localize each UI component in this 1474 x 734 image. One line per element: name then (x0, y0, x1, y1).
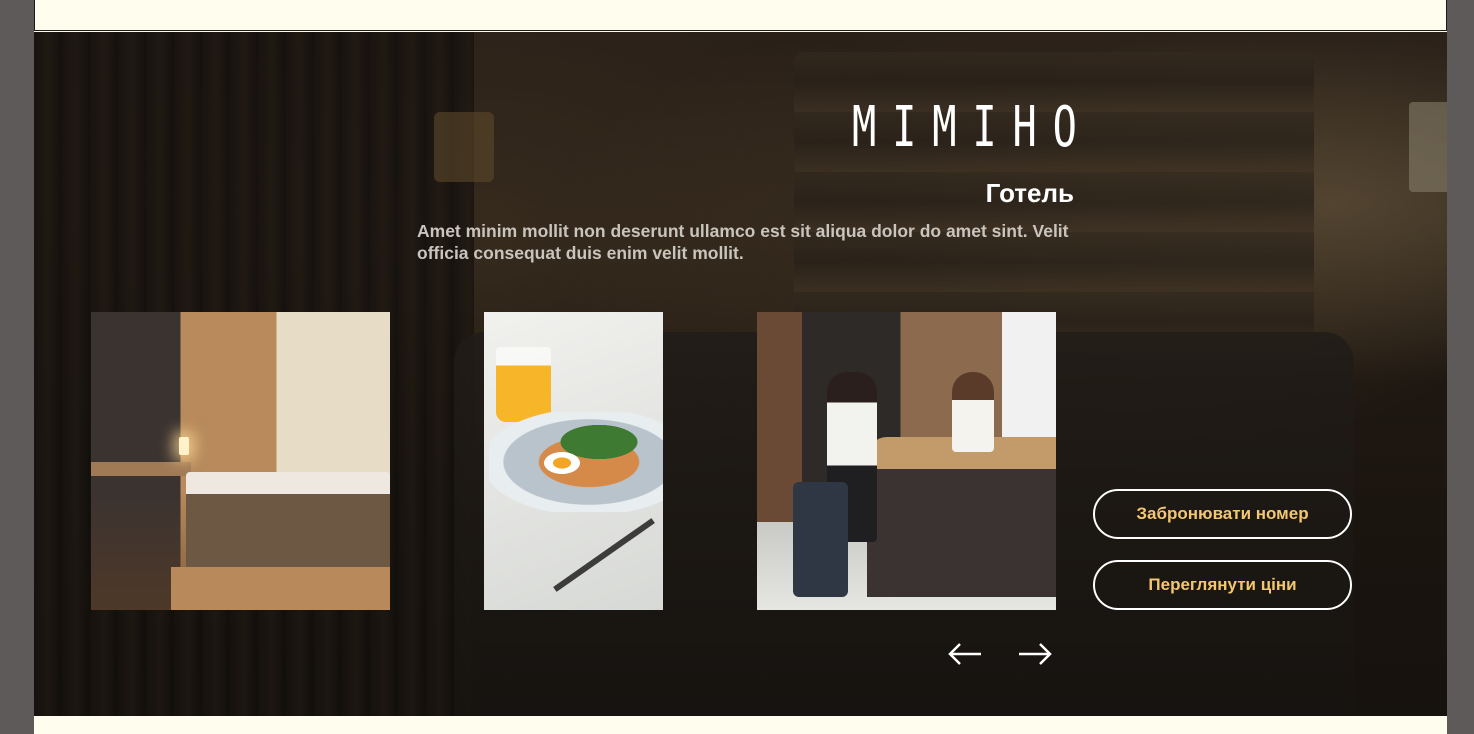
reception-photo (757, 312, 1056, 610)
brand-logo: MIMIHO (852, 95, 1093, 160)
arrow-right-icon[interactable] (1017, 640, 1053, 668)
hotel-room-photo (91, 312, 390, 610)
bottom-strip (34, 716, 1447, 734)
book-room-button[interactable]: Забронювати номер (1093, 489, 1352, 539)
breakfast-photo (484, 312, 663, 610)
receptionist-shape (952, 372, 994, 452)
egg-shape (544, 452, 580, 474)
arrow-left-icon[interactable] (947, 640, 983, 668)
hotel-description: Amet minim mollit non deserunt ullamco e… (417, 221, 1069, 263)
reception-counter-shape (867, 437, 1056, 597)
bed-frame-shape (171, 567, 390, 610)
view-prices-button[interactable]: Переглянути ціни (1093, 560, 1352, 610)
top-strip (34, 0, 1447, 31)
juice-glass-shape (496, 347, 551, 422)
page: MIMIHO Готель Amet minim mollit non dese… (34, 0, 1447, 734)
fork-shape (553, 518, 655, 592)
luggage-shape (793, 482, 848, 597)
bed-shape (186, 472, 390, 582)
page-title: Готель (985, 178, 1074, 208)
lamp-shape (179, 437, 189, 455)
desk-shape (91, 462, 191, 476)
hero-section: MIMIHO Готель Amet minim mollit non dese… (34, 32, 1447, 716)
